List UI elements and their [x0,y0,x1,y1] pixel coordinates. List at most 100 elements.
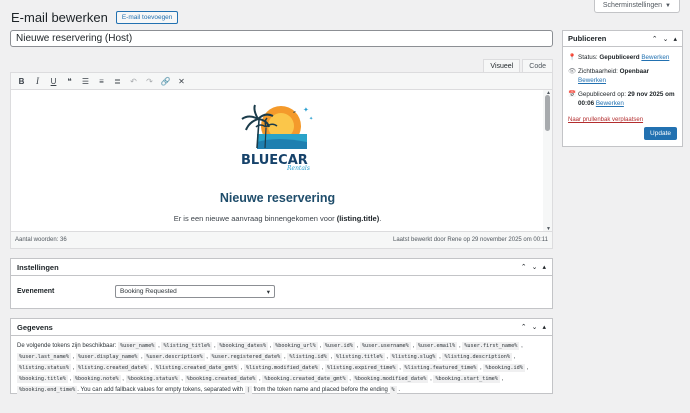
token-code: %user.description% [144,353,205,361]
email-intro: Er is een nieuwe aanvraag binnengekomen … [11,214,544,223]
logo-script-text: Rentals [286,165,310,172]
intro-text: Er is een nieuwe aanvraag binnengekomen … [173,214,337,223]
editor-content[interactable]: ✦ ✦ BLUECAR Rentals Nieuwe reservering E… [11,90,552,232]
move-down-icon[interactable]: ⌄ [663,35,669,43]
token-code: %booking.created_date_gmt% [262,375,348,383]
move-down-icon[interactable]: ⌄ [532,263,538,271]
percent-code: % [389,386,397,394]
link-icon[interactable]: 🔗 [159,75,172,88]
token-code: %booking.status% [125,375,180,383]
data-header: Gegevens ⌃ ⌄ ▴ [11,319,552,336]
content-editor: B I U ❝ ☰ ≡ ≣ ↶ ↷ 🔗 ✕ ✦ ✦ BLUECAR Rental… [10,72,553,249]
visibility-label: Zichtbaarheid: [578,68,618,75]
move-up-icon[interactable]: ⌃ [521,323,527,331]
pipe-code: | [244,386,252,394]
metabox-handles: ⌃ ⌄ ▴ [521,323,546,331]
event-select[interactable]: Booking Requested ▾ [115,285,275,298]
intro-suffix: . [379,214,382,223]
collapse-icon[interactable]: ▴ [542,323,546,331]
chevron-down-icon: ▾ [266,288,270,296]
eye-icon: 👁 [568,68,577,75]
editor-tabs: Visueel Code [481,59,553,73]
calendar-icon: 📅 [568,91,577,98]
token-code: %listing_title% [161,342,213,350]
pin-icon: 📍 [568,54,577,61]
token-code: %listing.status% [17,364,71,372]
italic-icon[interactable]: I [31,75,44,88]
event-label: Evenement [17,288,55,295]
chevron-down-icon: ▼ [665,3,671,9]
token-code: %listing.title% [333,353,385,361]
visibility-value: Openbaar [619,68,650,75]
fallback-text: . You can add fallback values for empty … [77,387,245,393]
edit-status-link[interactable]: Bewerken [641,54,669,61]
move-up-icon[interactable]: ⌃ [652,35,658,43]
move-up-icon[interactable]: ⌃ [521,263,527,271]
editor-toolbar: B I U ❝ ☰ ≡ ≣ ↶ ↷ 🔗 ✕ [11,73,552,90]
bold-icon[interactable]: B [15,75,28,88]
token-code: %booking_dates% [217,342,269,350]
post-title-input[interactable]: Nieuwe reservering (Host) [10,30,553,47]
move-to-trash-link[interactable]: Naar prullenbak verplaatsen [568,117,643,123]
data-metabox: Gegevens ⌃ ⌄ ▴ De volgende tokens zijn bes… [10,318,553,394]
token-code: %booking.note% [72,375,121,383]
undo-icon[interactable]: ↶ [127,75,140,88]
token-code: %listing.description% [442,353,513,361]
bullet-list-icon[interactable]: ☰ [79,75,92,88]
token-code: %listing.id% [287,353,329,361]
data-title: Gegevens [17,322,53,332]
screen-options-toggle[interactable]: Scherminstellingen ▼ [593,0,680,13]
token-code: %user.registered_date% [209,353,283,361]
blockquote-icon[interactable]: ❝ [63,75,76,88]
settings-header: Instellingen ⌃ ⌄ ▴ [11,259,552,276]
token-code: %user.first_name% [462,342,520,350]
redo-icon[interactable]: ↷ [143,75,156,88]
token-code: %booking.created_date% [184,375,258,383]
settings-metabox: Instellingen ⌃ ⌄ ▴ Evenement Booking Reque… [10,258,553,309]
token-code: %booking.modified_date% [352,375,429,383]
collapse-icon[interactable]: ▴ [542,263,546,271]
token-code: %user.display_name% [76,353,140,361]
svg-text:✦: ✦ [303,106,309,114]
token-code: %user.username% [359,342,411,350]
token-code: %user.email% [415,342,458,350]
published-label: Gepubliceerd op: [578,91,626,98]
token-code: %listing.expired_time% [324,364,398,372]
token-code: %user.last_name% [17,353,71,361]
collapse-icon[interactable]: ▴ [673,35,677,43]
tab-code[interactable]: Code [522,59,553,73]
screen-options-label: Scherminstellingen [602,2,663,9]
word-count: Aantal woorden: 36 [15,237,67,243]
token-code: %listing.featured_time% [402,364,479,372]
event-field-row: Evenement Booking Requested ▾ [11,276,552,307]
editor-statusbar: Aantal woorden: 36 Laatst bewerkt door R… [11,231,552,248]
move-down-icon[interactable]: ⌄ [532,323,538,331]
intro-bold-token: (listing.title) [336,214,380,223]
edit-date-link[interactable]: Bewerken [596,100,624,107]
settings-title: Instellingen [17,262,59,272]
metabox-handles: ⌃ ⌄ ▴ [521,263,546,271]
token-code: %listing.modified_date% [243,364,320,372]
publish-title: Publiceren [568,34,607,43]
token-code: %user.id% [322,342,355,350]
fullscreen-icon[interactable]: ✕ [175,75,188,88]
add-email-button[interactable]: E-mail toevoegen [115,11,179,24]
edit-visibility-link[interactable]: Bewerken [578,77,606,84]
scroll-thumb[interactable] [545,95,550,131]
event-select-value: Booking Requested [120,288,177,295]
underline-icon[interactable]: U [47,75,60,88]
token-code: %booking.id% [483,364,525,372]
metabox-handles: ⌃ ⌄ ▴ [652,35,677,43]
token-list: De volgende tokens zijn beschikbaar: %us… [17,342,529,394]
align-left-icon[interactable]: ≣ [111,75,124,88]
token-code: %booking.start_time% [433,375,500,383]
token-code: %booking.end_time% [17,386,78,394]
update-button[interactable]: Update [644,127,677,140]
status-row: 📍 Status: Gepubliceerd Bewerken [568,53,677,62]
editor-scrollbar[interactable]: ▲ ▼ [543,90,552,232]
bluecar-rentals-logo: ✦ ✦ BLUECAR Rentals [241,104,313,172]
numbered-list-icon[interactable]: ≡ [95,75,108,88]
token-code: %booking_url% [273,342,318,350]
token-code: %listing.created_date% [76,364,149,372]
tab-visual[interactable]: Visueel [483,59,521,73]
